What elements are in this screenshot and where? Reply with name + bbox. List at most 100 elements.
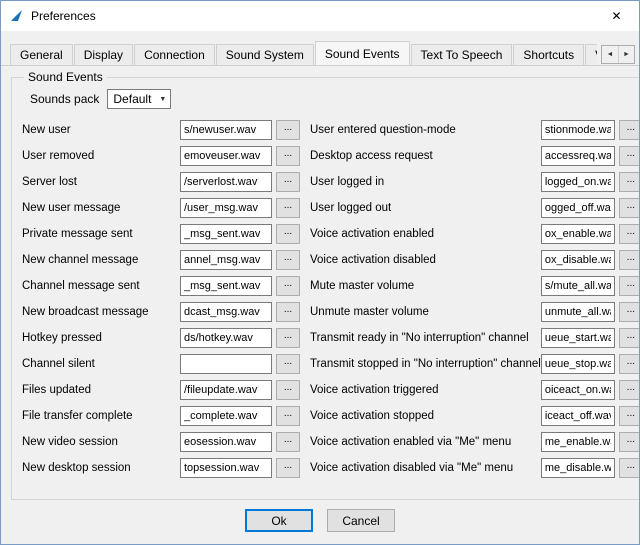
sound-file-input[interactable] (541, 120, 615, 140)
sound-file-input[interactable] (541, 328, 615, 348)
tab-scroll-left-button[interactable]: ◄ (602, 46, 618, 63)
sound-event-label: Voice activation enabled via "Me" menu (310, 436, 541, 448)
sound-file-input[interactable] (541, 172, 615, 192)
sound-event-label: Hotkey pressed (22, 332, 180, 344)
sounds-pack-label: Sounds pack (30, 92, 99, 106)
cancel-button[interactable]: Cancel (327, 509, 395, 532)
browse-button[interactable]: ... (276, 250, 300, 270)
browse-button[interactable]: ... (276, 146, 300, 166)
browse-button[interactable]: ... (619, 146, 640, 166)
sound-file-input[interactable] (541, 146, 615, 166)
sound-event-row: Desktop access request... (310, 146, 640, 166)
sound-event-label: New user message (22, 202, 180, 214)
browse-button[interactable]: ... (619, 432, 640, 452)
browse-button[interactable]: ... (619, 120, 640, 140)
sound-event-label: Voice activation disabled via "Me" menu (310, 462, 541, 474)
sound-file-input[interactable] (180, 380, 272, 400)
sound-event-row: Transmit stopped in "No interruption" ch… (310, 354, 640, 374)
sound-event-label: Voice activation triggered (310, 384, 541, 396)
sound-event-row: Files updated... (22, 380, 300, 400)
tab-general[interactable]: General (10, 44, 73, 65)
sound-file-input[interactable] (541, 302, 615, 322)
sound-file-input[interactable] (541, 250, 615, 270)
chevron-down-icon: ▼ (155, 96, 170, 103)
tab-text-to-speech[interactable]: Text To Speech (411, 44, 513, 65)
close-button[interactable]: ✕ (594, 1, 639, 31)
sounds-pack-select[interactable]: Default ▼ (107, 89, 171, 109)
sound-file-input[interactable] (180, 328, 272, 348)
sound-event-row: Mute master volume... (310, 276, 640, 296)
browse-button[interactable]: ... (276, 224, 300, 244)
sound-event-row: User entered question-mode... (310, 120, 640, 140)
browse-button[interactable]: ... (619, 198, 640, 218)
sound-file-input[interactable] (180, 172, 272, 192)
sound-event-row: New channel message... (22, 250, 300, 270)
sound-event-row: Unmute master volume... (310, 302, 640, 322)
sound-file-input[interactable] (541, 276, 615, 296)
sound-event-label: Channel message sent (22, 280, 180, 292)
browse-button[interactable]: ... (619, 250, 640, 270)
sound-file-input[interactable] (541, 354, 615, 374)
sound-file-input[interactable] (180, 120, 272, 140)
browse-button[interactable]: ... (619, 224, 640, 244)
browse-button[interactable]: ... (276, 458, 300, 478)
browse-button[interactable]: ... (276, 276, 300, 296)
sound-file-input[interactable] (180, 432, 272, 452)
sound-event-row: File transfer complete... (22, 406, 300, 426)
browse-button[interactable]: ... (276, 406, 300, 426)
tab-display[interactable]: Display (74, 44, 133, 65)
browse-button[interactable]: ... (619, 354, 640, 374)
sound-file-input[interactable] (541, 458, 615, 478)
tab-shortcuts[interactable]: Shortcuts (513, 44, 584, 65)
sound-file-input[interactable] (180, 458, 272, 478)
browse-button[interactable]: ... (619, 406, 640, 426)
browse-button[interactable]: ... (619, 380, 640, 400)
sound-event-row: Channel silent... (22, 354, 300, 374)
sound-file-input[interactable] (541, 380, 615, 400)
sound-file-input[interactable] (180, 406, 272, 426)
sound-file-input[interactable] (180, 250, 272, 270)
tab-bar: GeneralDisplayConnectionSound SystemSoun… (1, 41, 639, 66)
app-icon (9, 8, 25, 24)
browse-button[interactable]: ... (276, 432, 300, 452)
sound-event-label: User entered question-mode (310, 124, 541, 136)
browse-button[interactable]: ... (276, 302, 300, 322)
dialog-button-row: Ok Cancel (1, 500, 639, 544)
browse-button[interactable]: ... (276, 198, 300, 218)
sound-event-row: New user message... (22, 198, 300, 218)
sound-file-input[interactable] (180, 146, 272, 166)
browse-button[interactable]: ... (619, 172, 640, 192)
browse-button[interactable]: ... (619, 276, 640, 296)
browse-button[interactable]: ... (276, 120, 300, 140)
sound-event-label: User logged in (310, 176, 541, 188)
sound-file-input[interactable] (180, 224, 272, 244)
sound-file-input[interactable] (180, 198, 272, 218)
tab-video[interactable]: Video (585, 44, 597, 65)
browse-button[interactable]: ... (276, 380, 300, 400)
ok-button[interactable]: Ok (245, 509, 313, 532)
browse-button[interactable]: ... (276, 328, 300, 348)
browse-button[interactable]: ... (619, 458, 640, 478)
sound-file-input[interactable] (180, 354, 272, 374)
sound-event-label: Channel silent (22, 358, 180, 370)
tab-scroll-right-button[interactable]: ► (618, 46, 634, 63)
browse-button[interactable]: ... (276, 354, 300, 374)
sound-event-row: Hotkey pressed... (22, 328, 300, 348)
sound-event-label: Mute master volume (310, 280, 541, 292)
sound-event-label: Voice activation stopped (310, 410, 541, 422)
sound-event-row: New desktop session... (22, 458, 300, 478)
sound-file-input[interactable] (180, 276, 272, 296)
browse-button[interactable]: ... (619, 328, 640, 348)
tab-sound-events[interactable]: Sound Events (315, 41, 410, 65)
tab-connection[interactable]: Connection (134, 44, 215, 65)
sound-file-input[interactable] (541, 198, 615, 218)
sound-file-input[interactable] (180, 302, 272, 322)
tab-sound-system[interactable]: Sound System (216, 44, 314, 65)
sound-file-input[interactable] (541, 406, 615, 426)
sound-file-input[interactable] (541, 432, 615, 452)
sound-file-input[interactable] (541, 224, 615, 244)
sound-event-label: New channel message (22, 254, 180, 266)
browse-button[interactable]: ... (619, 302, 640, 322)
sound-event-row: New user... (22, 120, 300, 140)
browse-button[interactable]: ... (276, 172, 300, 192)
